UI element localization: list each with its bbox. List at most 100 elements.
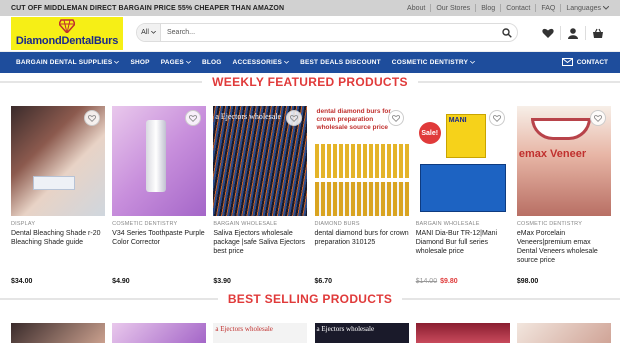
- product-image[interactable]: [516, 323, 611, 343]
- blog-link[interactable]: Blog: [476, 5, 500, 12]
- account-button[interactable]: [561, 26, 585, 40]
- heart-icon: [189, 114, 198, 122]
- chevron-down-icon: [150, 31, 156, 34]
- heart-icon: [88, 114, 96, 122]
- chevron-down-icon: [603, 6, 609, 10]
- product-name[interactable]: V34 Series Toothpaste Purple Color Corre…: [112, 229, 206, 265]
- bur-box-image: MANI: [445, 114, 486, 158]
- product-name[interactable]: Saliva Ejectors wholesale package |safe …: [213, 229, 307, 265]
- product-name[interactable]: dental diamond burs for crown preparatio…: [315, 229, 409, 265]
- sale-price: $9.80: [440, 278, 458, 285]
- product-card[interactable]: [516, 323, 611, 343]
- product-image[interactable]: [415, 323, 510, 343]
- burs-image: [314, 144, 409, 178]
- top-bar: CUT OFF MIDDLEMAN DIRECT BARGAIN PRICE 5…: [0, 0, 620, 16]
- faq-link[interactable]: FAQ: [536, 5, 560, 12]
- cart-button[interactable]: [586, 26, 610, 40]
- product-image[interactable]: a Ejectors wholesale: [213, 106, 308, 216]
- burs-image: [314, 182, 409, 216]
- nav-item-shop[interactable]: SHOP: [130, 59, 149, 66]
- product-image[interactable]: a Ejectors wholesale: [314, 323, 409, 343]
- nav-item-best-deals[interactable]: BEST DEALS DISCOUNT: [300, 59, 381, 66]
- header: DiamondDentalBurs All Search...: [0, 16, 620, 52]
- product-image[interactable]: a Ejectors wholesale: [213, 323, 308, 343]
- nav-contact[interactable]: CONTACT: [561, 58, 608, 66]
- search-button[interactable]: [497, 27, 517, 38]
- heart-icon: [593, 114, 602, 122]
- product-image[interactable]: [11, 106, 105, 216]
- product-image[interactable]: MANI Sale!: [415, 106, 510, 216]
- search-input[interactable]: Search...: [161, 29, 497, 36]
- wishlist-toggle[interactable]: [185, 110, 202, 126]
- nav-item-bargain-dental-supplies[interactable]: BARGAIN DENTAL SUPPLIES: [16, 59, 120, 66]
- mail-icon: [561, 58, 573, 66]
- header-icons: [536, 26, 610, 40]
- product-image[interactable]: [11, 323, 105, 343]
- product-card[interactable]: COSMETIC DENTISTRY V34 Series Toothpaste…: [112, 106, 207, 285]
- divider: [0, 298, 218, 300]
- contact-link[interactable]: Contact: [501, 5, 535, 12]
- featured-title: WEEKLY FEATURED PRODUCTS: [212, 75, 408, 89]
- logo[interactable]: DiamondDentalBurs: [11, 17, 123, 50]
- wishlist-toggle[interactable]: [589, 110, 606, 126]
- product-card[interactable]: emax Veneer COSMETIC DENTISTRY eMax Porc…: [516, 106, 611, 285]
- product-card[interactable]: [11, 323, 105, 343]
- product-image[interactable]: emax Veneer: [516, 106, 611, 216]
- product-card[interactable]: a Ejectors wholesale: [213, 323, 308, 343]
- sale-badge: Sale!: [418, 122, 441, 144]
- nav-item-cosmetic-dentistry[interactable]: COSMETIC DENTISTRY: [392, 59, 476, 66]
- image-caption: a Ejectors wholesale: [316, 325, 375, 333]
- top-links: About Our Stores Blog Contact FAQ Langua…: [402, 4, 614, 12]
- nav-item-pages[interactable]: PAGES: [161, 59, 191, 66]
- product-card[interactable]: dental diamond burs for crown preparatio…: [314, 106, 409, 285]
- product-name[interactable]: Dental Bleaching Shade r-20 Bleaching Sh…: [11, 229, 105, 265]
- product-card[interactable]: DISPLAY Dental Bleaching Shade r-20 Blea…: [11, 106, 105, 285]
- image-caption: a Ejectors wholesale: [215, 325, 273, 333]
- product-category: COSMETIC DENTISTRY: [112, 221, 178, 227]
- product-card[interactable]: [112, 323, 207, 343]
- product-card[interactable]: a Ejectors wholesale BARGAIN WHOLESALE S…: [213, 106, 308, 285]
- wishlist-toggle[interactable]: [387, 110, 404, 126]
- product-price: $98.00: [516, 278, 539, 285]
- chevron-down-icon: [284, 61, 290, 64]
- product-image[interactable]: [112, 323, 207, 343]
- wishlist-toggle[interactable]: [488, 110, 505, 126]
- wishlist-toggle[interactable]: [84, 110, 100, 126]
- chevron-down-icon: [114, 61, 120, 64]
- product-category: DIAMOND BURS: [314, 221, 360, 227]
- old-price: $14.00: [415, 278, 438, 285]
- main-nav: BARGAIN DENTAL SUPPLIES SHOP PAGES BLOG …: [0, 52, 620, 73]
- product-name[interactable]: MANI Dia-Bur TR-12|Mani Diamond Bur full…: [416, 229, 510, 265]
- heart-icon: [290, 114, 299, 122]
- product-image[interactable]: [112, 106, 207, 216]
- product-price: $14.00 $9.80: [416, 278, 510, 285]
- heart-icon: [492, 114, 501, 122]
- product-price: $34.00: [11, 278, 33, 285]
- divider: [402, 298, 620, 300]
- category-select[interactable]: All: [137, 24, 161, 41]
- bur-box-image: [419, 164, 506, 212]
- featured-products: DISPLAY Dental Bleaching Shade r-20 Blea…: [11, 106, 611, 285]
- smile-image: [530, 118, 591, 140]
- language-selector[interactable]: Languages: [561, 5, 614, 12]
- product-image[interactable]: dental diamond burs for crown preparatio…: [314, 106, 409, 216]
- our-stores-link[interactable]: Our Stores: [431, 5, 475, 12]
- product-name[interactable]: eMax Porcelain Veneers|premium emax Dent…: [517, 229, 611, 265]
- chevron-down-icon: [470, 61, 476, 64]
- product-card[interactable]: a Ejectors wholesale: [314, 323, 409, 343]
- product-category: COSMETIC DENTISTRY: [516, 221, 583, 227]
- contact-label: CONTACT: [576, 58, 608, 66]
- image-caption: emax Veneer: [518, 148, 587, 160]
- nav-item-blog[interactable]: BLOG: [202, 59, 222, 66]
- product-card[interactable]: MANI Sale! BARGAIN WHOLESALE MANI Dia-Bu…: [415, 106, 510, 285]
- wishlist-toggle[interactable]: [286, 110, 303, 126]
- product-price: $6.70: [314, 278, 333, 285]
- wishlist-button[interactable]: [536, 26, 560, 40]
- product-card[interactable]: [415, 323, 510, 343]
- product-category: BARGAIN WHOLESALE: [213, 221, 278, 227]
- search-icon: [502, 27, 512, 38]
- heart-icon: [542, 28, 554, 38]
- logo-text: DiamondDentalBurs: [15, 35, 119, 47]
- about-link[interactable]: About: [402, 5, 430, 12]
- nav-item-accessories[interactable]: ACCESSORIES: [233, 59, 290, 66]
